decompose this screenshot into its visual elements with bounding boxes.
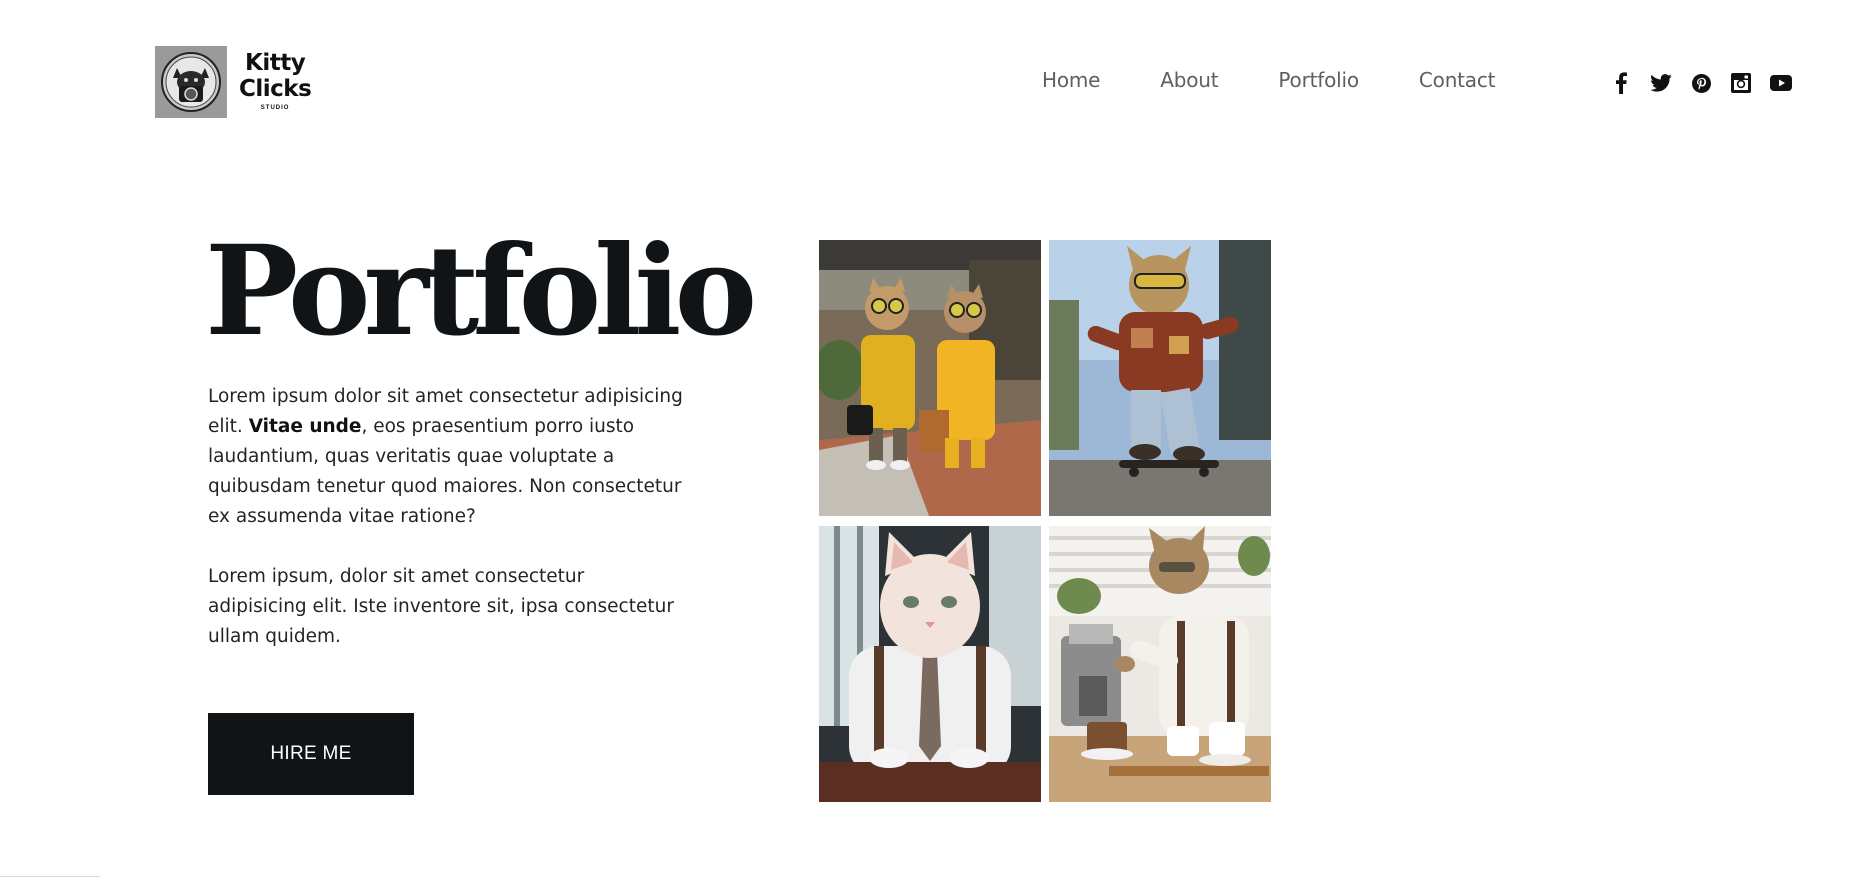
cat-skateboarding-image[interactable] bbox=[1049, 240, 1271, 516]
cat-barista-image[interactable] bbox=[1049, 526, 1271, 802]
nav-item-contact[interactable]: Contact bbox=[1419, 68, 1496, 92]
nav-item-home[interactable]: Home bbox=[1042, 68, 1100, 92]
intro-bold: Vitae unde bbox=[248, 416, 362, 437]
social-links bbox=[1608, 70, 1794, 96]
main-nav: Home About Portfolio Contact bbox=[1042, 68, 1496, 92]
hire-me-button[interactable]: HIRE ME bbox=[208, 713, 414, 795]
logo-name-line1: Kitty bbox=[245, 50, 306, 76]
portfolio-gallery bbox=[819, 240, 1271, 802]
divider bbox=[0, 876, 100, 877]
cat-in-business-suit-image[interactable] bbox=[819, 526, 1041, 802]
secondary-paragraph: Lorem ipsum, dolor sit amet consectetur … bbox=[208, 566, 674, 647]
logo-wordmark: Kitty Clicks STUDIO bbox=[239, 50, 312, 111]
instagram-icon[interactable] bbox=[1728, 70, 1754, 96]
cats-in-yellow-raincoats-image[interactable] bbox=[819, 240, 1041, 516]
intro-paragraph: Lorem ipsum dolor sit amet consectetur a… bbox=[208, 382, 688, 532]
nav-item-portfolio[interactable]: Portfolio bbox=[1278, 68, 1359, 92]
pinterest-icon[interactable] bbox=[1688, 70, 1714, 96]
youtube-icon[interactable] bbox=[1768, 70, 1794, 96]
page-title: Portfolio bbox=[205, 219, 757, 364]
logo-name-line2: Clicks bbox=[239, 76, 312, 102]
nav-item-about[interactable]: About bbox=[1160, 68, 1218, 92]
cat-camera-logo-icon bbox=[155, 46, 227, 118]
site-logo[interactable]: Kitty Clicks STUDIO bbox=[155, 46, 312, 118]
facebook-icon[interactable] bbox=[1608, 70, 1634, 96]
twitter-icon[interactable] bbox=[1648, 70, 1674, 96]
logo-sub: STUDIO bbox=[260, 105, 290, 111]
